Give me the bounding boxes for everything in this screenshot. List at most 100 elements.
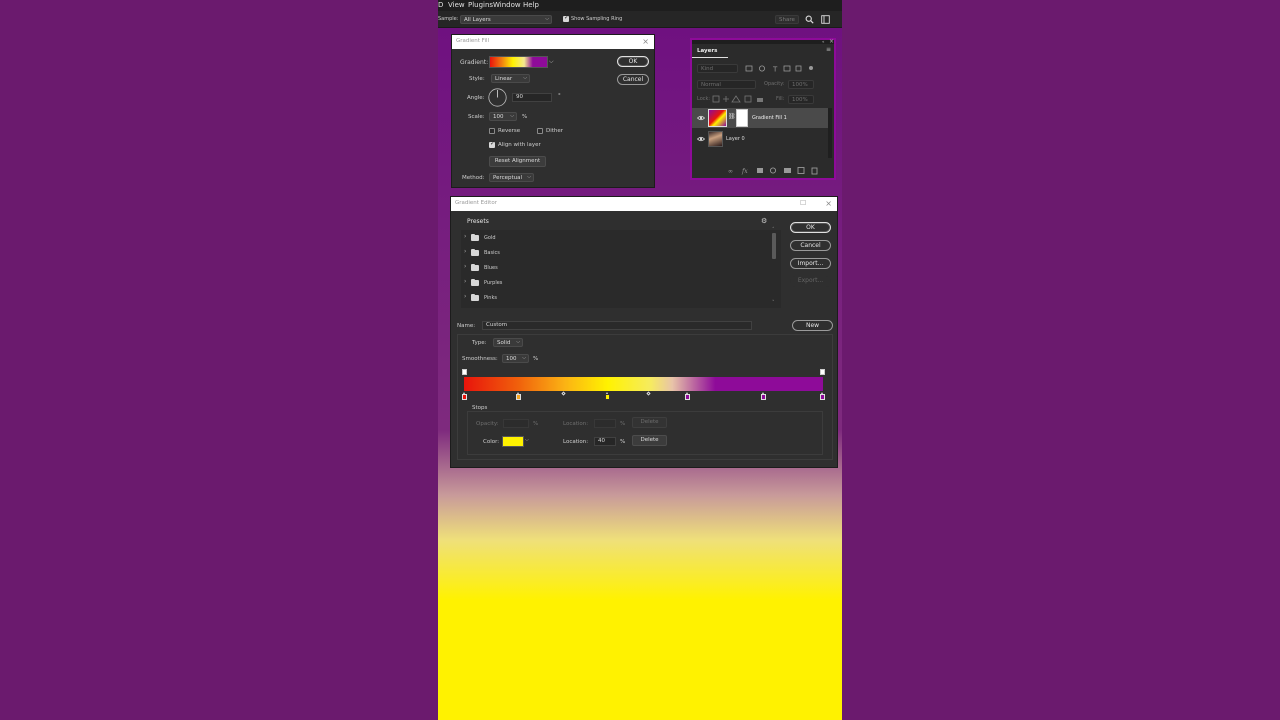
opacity-stop-left[interactable]	[462, 369, 467, 375]
angle-label: Angle:	[467, 95, 485, 101]
align-with-layer-checkbox[interactable]	[489, 140, 495, 148]
preset-folder-name: Basics	[484, 250, 500, 256]
search-icon[interactable]	[805, 15, 814, 24]
angle-dial[interactable]	[488, 88, 507, 107]
tab-layers[interactable]: Layers	[692, 44, 728, 58]
layers-scrollbar[interactable]	[828, 108, 832, 158]
color-stop[interactable]	[761, 392, 766, 400]
chevron-right-icon[interactable]: ›	[464, 278, 466, 285]
layer-row-gradient-fill[interactable]: ⛓ Gradient Fill 1	[692, 108, 828, 128]
color-stop[interactable]	[516, 392, 521, 400]
name-input[interactable]: Custom	[482, 321, 752, 330]
gear-icon[interactable]: ⚙	[761, 217, 767, 225]
color-location-input[interactable]: 40	[594, 437, 616, 446]
opacity-location-input[interactable]	[594, 419, 616, 428]
chevron-down-icon[interactable]: ⌵	[549, 58, 554, 66]
sample-select[interactable]: All Layers ⌵	[460, 15, 552, 24]
layer-name[interactable]: Gradient Fill 1	[752, 115, 787, 121]
gradient-preview-swatch[interactable]	[489, 56, 548, 68]
list-item[interactable]: › Purples	[461, 275, 777, 290]
color-stop[interactable]	[685, 392, 690, 400]
scroll-down-icon[interactable]: ˅	[772, 300, 775, 306]
stop-color-swatch[interactable]	[502, 436, 524, 447]
gradient-editor-titlebar: Gradient Editor ☐ ×	[451, 197, 837, 211]
close-icon[interactable]: ×	[829, 38, 834, 45]
layer-row-layer-0[interactable]: Layer 0	[692, 129, 828, 149]
chevron-right-icon[interactable]: ›	[464, 248, 466, 255]
collapse-icon[interactable]: «	[822, 39, 824, 44]
preset-folder-name: Pinks	[484, 295, 497, 301]
opacity-value: 100%	[792, 82, 808, 88]
layers-bottom-toolbar[interactable]: ∞ fx	[728, 166, 822, 175]
share-button[interactable]: Share	[775, 15, 799, 24]
close-icon[interactable]: ×	[825, 199, 832, 208]
chevron-right-icon[interactable]: ›	[464, 263, 466, 270]
eye-icon[interactable]	[697, 115, 705, 121]
reset-alignment-button[interactable]: Reset Alignment	[489, 156, 546, 167]
opacity-label: Opacity:	[764, 81, 785, 87]
eye-icon[interactable]	[697, 136, 705, 142]
dither-checkbox[interactable]	[537, 128, 543, 134]
angle-input[interactable]: 90	[512, 93, 552, 102]
layer-0-thumbnail	[708, 131, 723, 147]
list-item[interactable]: › Gold	[461, 230, 777, 245]
color-stop[interactable]	[820, 392, 825, 400]
chevron-down-icon: ⌵	[510, 113, 514, 119]
color-stop[interactable]	[462, 392, 467, 400]
ok-button[interactable]: OK	[790, 222, 831, 233]
smoothness-input[interactable]: 100 ⌵	[502, 354, 529, 363]
chevron-down-icon[interactable]: ⌵	[525, 437, 529, 443]
gradient-ramp[interactable]	[464, 377, 823, 391]
layer-filter-icons[interactable]: T	[745, 65, 815, 73]
fill-input[interactable]: 100%	[788, 95, 814, 104]
workspace-icon[interactable]	[821, 15, 830, 24]
gradient-fill-titlebar: Gradient Fill ×	[452, 35, 654, 49]
scroll-up-icon[interactable]: ˄	[772, 227, 775, 233]
scale-input[interactable]: 100 ⌵	[489, 112, 517, 121]
list-item[interactable]: › Pinks	[461, 290, 777, 305]
maximize-icon[interactable]: ☐	[800, 199, 806, 207]
filter-kind-select[interactable]: Kind	[697, 64, 738, 73]
chevron-down-icon: ⌵	[516, 339, 520, 345]
presets-scrollbar-thumb[interactable]	[772, 233, 776, 259]
lock-icons[interactable]	[712, 95, 766, 103]
style-label: Style:	[469, 76, 485, 82]
chevron-right-icon[interactable]: ›	[464, 233, 466, 240]
menu-item-plugins[interactable]: Plugins	[468, 1, 493, 9]
stop-opacity-input[interactable]	[503, 419, 529, 428]
method-select-value: Perceptual	[493, 175, 523, 181]
opacity-stop-right[interactable]	[820, 369, 825, 375]
cancel-button[interactable]: Cancel	[790, 240, 831, 251]
layer-name[interactable]: Layer 0	[726, 136, 745, 142]
menu-item-window[interactable]: Window	[493, 1, 521, 9]
layer-mask-thumbnail[interactable]	[736, 109, 748, 127]
import-button[interactable]: Import...	[790, 258, 831, 269]
menu-item-app[interactable]: D	[438, 1, 443, 9]
color-stop-selected[interactable]	[605, 392, 610, 400]
new-button[interactable]: New	[792, 320, 833, 331]
options-bar: Sample: All Layers ⌵ Show Sampling Ring …	[438, 11, 842, 28]
show-sampling-ring-checkbox[interactable]	[563, 14, 569, 22]
type-select[interactable]: Solid ⌵	[493, 338, 523, 347]
export-button[interactable]: Export...	[790, 276, 831, 287]
method-select[interactable]: Perceptual ⌵	[489, 173, 534, 182]
delete-color-stop-button[interactable]: Delete	[632, 435, 667, 446]
menu-item-view[interactable]: View	[448, 1, 465, 9]
kind-placeholder: Kind	[701, 66, 714, 72]
panel-menu-icon[interactable]: ≡	[826, 46, 831, 53]
blend-mode-select[interactable]: Normal	[697, 80, 756, 89]
show-sampling-ring-label: Show Sampling Ring	[571, 16, 623, 22]
reverse-checkbox[interactable]	[489, 128, 495, 134]
menu-item-help[interactable]: Help	[523, 1, 539, 9]
smoothness-label: Smoothness:	[462, 356, 498, 362]
list-item[interactable]: › Blues	[461, 260, 777, 275]
style-select[interactable]: Linear ⌵	[491, 74, 530, 83]
ok-button[interactable]: OK	[617, 56, 649, 67]
list-item[interactable]: › Basics	[461, 245, 777, 260]
link-icon[interactable]: ⛓	[728, 113, 736, 120]
opacity-input[interactable]: 100%	[788, 80, 814, 89]
close-icon[interactable]: ×	[642, 37, 649, 46]
cancel-button[interactable]: Cancel	[617, 74, 649, 85]
delete-opacity-stop-button[interactable]: Delete	[632, 417, 667, 428]
chevron-right-icon[interactable]: ›	[464, 293, 466, 300]
